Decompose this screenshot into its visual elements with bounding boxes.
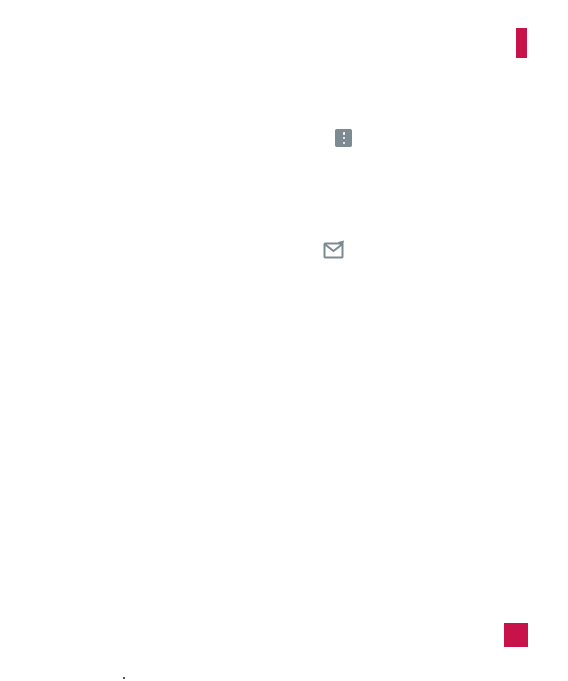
menu-dot [342, 141, 345, 144]
menu-dot [342, 136, 345, 140]
more-vertical-icon [335, 129, 352, 147]
email-send-icon [323, 240, 344, 259]
page-number-badge [504, 623, 528, 647]
section-edge-tab [516, 28, 527, 58]
print-mark [123, 677, 125, 679]
menu-dot [342, 132, 345, 135]
